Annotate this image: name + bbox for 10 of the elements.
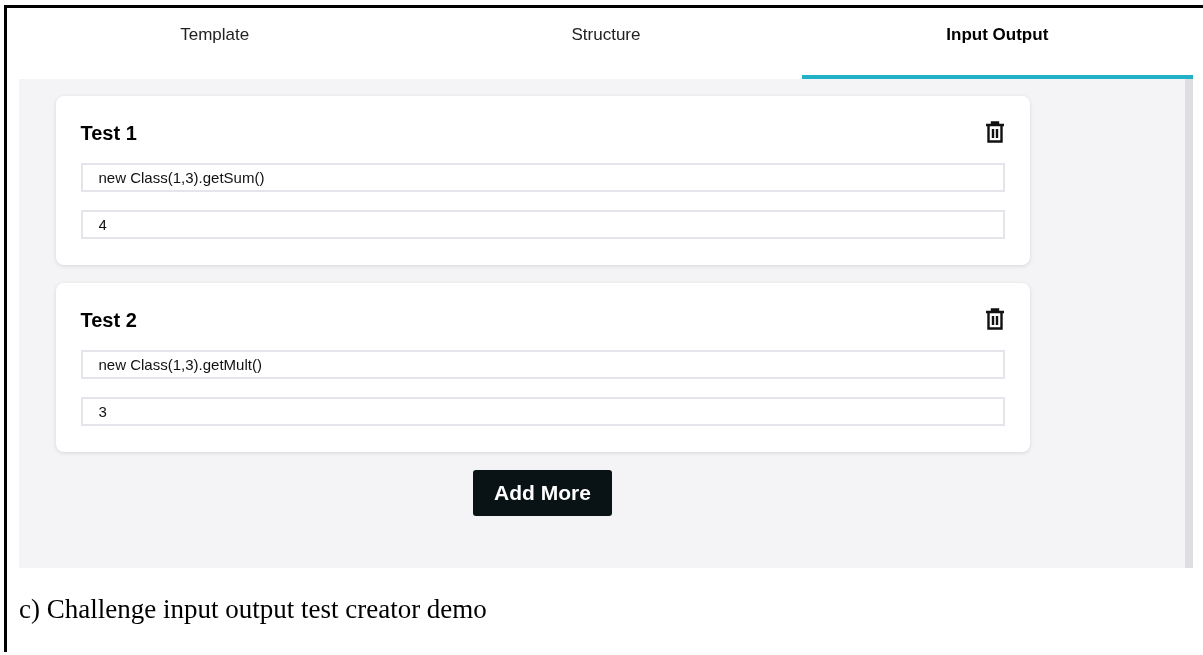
output-field[interactable]: 4 [80, 210, 1005, 239]
trash-icon[interactable] [984, 307, 1005, 330]
test-title: Test 1 [80, 122, 137, 145]
test-title: Test 2 [80, 309, 137, 332]
trash-icon[interactable] [984, 120, 1005, 143]
input-field[interactable]: new Class(1,3).getMult() [80, 350, 1005, 379]
input-field[interactable]: new Class(1,3).getSum() [80, 163, 1005, 192]
output-field[interactable]: 3 [80, 397, 1005, 426]
add-more-button[interactable]: Add More [473, 470, 612, 516]
figure-caption: c) Challenge input output test creator demo [19, 594, 488, 625]
